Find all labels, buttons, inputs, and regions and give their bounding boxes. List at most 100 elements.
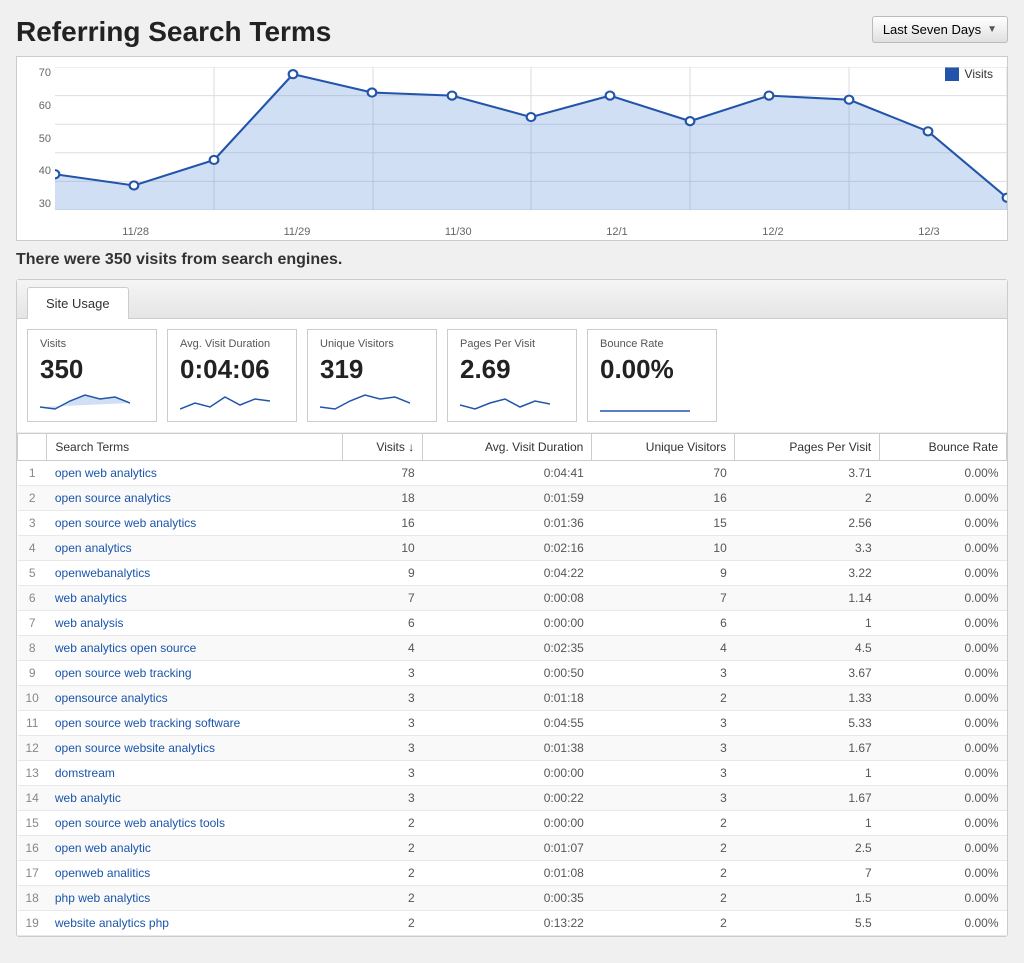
search-term-link[interactable]: openweb analitics — [55, 866, 150, 880]
cell-term[interactable]: open source web tracking software — [47, 711, 342, 736]
search-term-link[interactable]: web analytic — [55, 791, 121, 805]
date-range-label: Last Seven Days — [883, 22, 981, 37]
cell-unique: 6 — [592, 611, 735, 636]
metric-avg-duration: Avg. Visit Duration 0:04:06 — [167, 329, 297, 422]
col-rank — [18, 434, 47, 461]
search-term-link[interactable]: open source web tracking software — [55, 716, 240, 730]
tab-site-usage[interactable]: Site Usage — [27, 287, 129, 319]
search-term-link[interactable]: open web analytics — [55, 466, 157, 480]
cell-term[interactable]: open source web tracking — [47, 661, 342, 686]
search-term-link[interactable]: open source web tracking — [55, 666, 192, 680]
search-term-link[interactable]: web analysis — [55, 616, 124, 630]
table-body: 1 open web analytics 78 0:04:41 70 3.71 … — [18, 461, 1007, 936]
search-term-link[interactable]: web analytics — [55, 591, 127, 605]
metric-avg-duration-sparkline — [180, 389, 284, 413]
cell-unique: 2 — [592, 836, 735, 861]
search-term-link[interactable]: open web analytic — [55, 841, 151, 855]
cell-rank: 2 — [18, 486, 47, 511]
cell-term[interactable]: web analytics open source — [47, 636, 342, 661]
cell-term[interactable]: php web analytics — [47, 886, 342, 911]
cell-unique: 2 — [592, 811, 735, 836]
cell-visits: 3 — [342, 661, 422, 686]
cell-rank: 13 — [18, 761, 47, 786]
cell-bounce: 0.00% — [880, 836, 1007, 861]
table-row: 10 opensource analytics 3 0:01:18 2 1.33… — [18, 686, 1007, 711]
search-term-link[interactable]: openwebanalytics — [55, 566, 150, 580]
search-term-link[interactable]: opensource analytics — [55, 691, 168, 705]
date-range-button[interactable]: Last Seven Days ▼ — [872, 16, 1008, 43]
search-term-link[interactable]: open source web analytics — [55, 516, 196, 530]
cell-ppv: 7 — [735, 861, 880, 886]
cell-visits: 2 — [342, 886, 422, 911]
cell-avg-duration: 0:00:22 — [423, 786, 592, 811]
metric-ppv-value: 2.69 — [460, 354, 564, 385]
cell-term[interactable]: opensource analytics — [47, 686, 342, 711]
cell-visits: 4 — [342, 636, 422, 661]
cell-ppv: 2.56 — [735, 511, 880, 536]
search-term-link[interactable]: open source analytics — [55, 491, 171, 505]
cell-bounce: 0.00% — [880, 511, 1007, 536]
cell-visits: 7 — [342, 586, 422, 611]
y-axis: 70 60 50 40 30 — [17, 67, 55, 210]
col-search-terms: Search Terms — [47, 434, 342, 461]
cell-term[interactable]: open source web analytics — [47, 511, 342, 536]
cell-visits: 9 — [342, 561, 422, 586]
cell-rank: 15 — [18, 811, 47, 836]
cell-rank: 9 — [18, 661, 47, 686]
cell-term[interactable]: domstream — [47, 761, 342, 786]
cell-avg-duration: 0:04:22 — [423, 561, 592, 586]
cell-visits: 3 — [342, 686, 422, 711]
cell-visits: 18 — [342, 486, 422, 511]
metric-bounce-value: 0.00% — [600, 354, 704, 385]
cell-term[interactable]: website analytics php — [47, 911, 342, 936]
cell-term[interactable]: open analytics — [47, 536, 342, 561]
search-term-link[interactable]: open analytics — [55, 541, 132, 555]
cell-ppv: 1.67 — [735, 786, 880, 811]
cell-bounce: 0.00% — [880, 536, 1007, 561]
cell-term[interactable]: web analytic — [47, 786, 342, 811]
cell-term[interactable]: open web analytic — [47, 836, 342, 861]
table-row: 16 open web analytic 2 0:01:07 2 2.5 0.0… — [18, 836, 1007, 861]
metric-visits: Visits 350 — [27, 329, 157, 422]
page-title: Referring Search Terms — [16, 16, 331, 48]
cell-term[interactable]: open source website analytics — [47, 736, 342, 761]
cell-rank: 17 — [18, 861, 47, 886]
search-term-link[interactable]: domstream — [55, 766, 115, 780]
metric-unique-sparkline — [320, 389, 424, 413]
cell-term[interactable]: web analytics — [47, 586, 342, 611]
cell-rank: 5 — [18, 561, 47, 586]
cell-term[interactable]: openwebanalytics — [47, 561, 342, 586]
search-terms-table-container: Search Terms Visits ↓ Avg. Visit Duratio… — [17, 433, 1007, 936]
cell-ppv: 3.3 — [735, 536, 880, 561]
cell-bounce: 0.00% — [880, 561, 1007, 586]
search-term-link[interactable]: website analytics php — [55, 916, 169, 930]
cell-ppv: 2 — [735, 486, 880, 511]
cell-term[interactable]: open source analytics — [47, 486, 342, 511]
metrics-row: Visits 350 Avg. Visit Duration 0:04:06 — [17, 319, 1007, 433]
search-term-link[interactable]: web analytics open source — [55, 641, 196, 655]
cell-ppv: 3.22 — [735, 561, 880, 586]
cell-avg-duration: 0:04:41 — [423, 461, 592, 486]
search-term-link[interactable]: open source website analytics — [55, 741, 215, 755]
cell-avg-duration: 0:01:07 — [423, 836, 592, 861]
cell-unique: 7 — [592, 586, 735, 611]
x-axis: 11/28 11/29 11/30 12/1 12/2 12/3 — [55, 226, 1007, 238]
cell-term[interactable]: web analysis — [47, 611, 342, 636]
cell-avg-duration: 0:01:18 — [423, 686, 592, 711]
table-row: 17 openweb analitics 2 0:01:08 2 7 0.00% — [18, 861, 1007, 886]
cell-term[interactable]: open source web analytics tools — [47, 811, 342, 836]
cell-rank: 18 — [18, 886, 47, 911]
cell-rank: 10 — [18, 686, 47, 711]
cell-rank: 8 — [18, 636, 47, 661]
cell-ppv: 4.5 — [735, 636, 880, 661]
summary-text: There were 350 visits from search engine… — [16, 251, 1008, 269]
cell-rank: 7 — [18, 611, 47, 636]
cell-term[interactable]: open web analytics — [47, 461, 342, 486]
search-term-link[interactable]: php web analytics — [55, 891, 150, 905]
metric-visits-value: 350 — [40, 354, 144, 385]
col-unique: Unique Visitors — [592, 434, 735, 461]
cell-term[interactable]: openweb analitics — [47, 861, 342, 886]
cell-bounce: 0.00% — [880, 886, 1007, 911]
search-term-link[interactable]: open source web analytics tools — [55, 816, 225, 830]
metric-bounce-label: Bounce Rate — [600, 338, 704, 350]
